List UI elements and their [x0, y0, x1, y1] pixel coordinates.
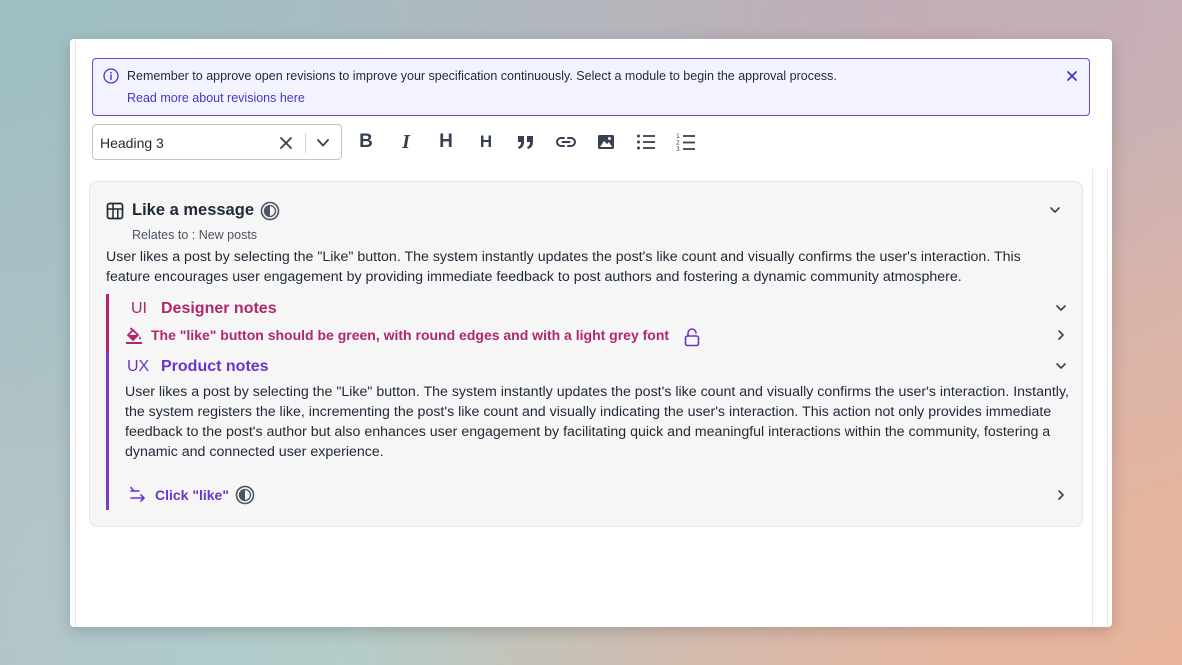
- scrollbar[interactable]: [1092, 169, 1108, 627]
- block-type-select[interactable]: Heading 3: [92, 124, 342, 160]
- chevron-down-icon[interactable]: [315, 136, 331, 150]
- contrast-icon[interactable]: [260, 201, 280, 221]
- banner-message: Remember to approve open revisions to im…: [127, 69, 837, 83]
- designer-notes-heading[interactable]: Designer notes: [161, 300, 277, 318]
- quote-button[interactable]: [514, 130, 538, 154]
- relates-to-label[interactable]: Relates to : New posts: [132, 228, 257, 242]
- italic-icon: I: [402, 130, 410, 153]
- svg-text:3: 3: [676, 146, 680, 152]
- unlock-icon[interactable]: [683, 327, 701, 347]
- bold-icon: B: [359, 131, 373, 152]
- product-notes-heading[interactable]: Product notes: [161, 358, 269, 376]
- product-notes-section: UX Product notes User likes a post by se…: [106, 352, 1069, 510]
- table-icon: [106, 202, 124, 220]
- feature-card: Like a message Relates to : New posts Us…: [89, 181, 1083, 527]
- heading-small-button[interactable]: H: [474, 130, 498, 154]
- heading-icon: H: [439, 131, 453, 152]
- info-icon: [103, 68, 119, 84]
- designer-note[interactable]: The "like" button should be green, with …: [151, 327, 669, 343]
- chevron-right-icon[interactable]: [1054, 488, 1068, 502]
- left-gutter: [70, 39, 76, 627]
- flow-step-label[interactable]: Click "like": [155, 487, 229, 503]
- bold-button[interactable]: B: [354, 130, 378, 154]
- heading-button[interactable]: H: [434, 130, 458, 154]
- revision-banner: Remember to approve open revisions to im…: [92, 58, 1090, 116]
- close-icon[interactable]: [1065, 69, 1079, 83]
- bullet-list-button[interactable]: [634, 130, 658, 154]
- numbered-list-icon: 1 2 3: [676, 133, 695, 152]
- link-icon: [556, 137, 576, 147]
- italic-button[interactable]: I: [394, 130, 418, 154]
- flow-icon: [130, 486, 145, 502]
- feature-title: Like a message: [132, 201, 254, 219]
- quote-icon: [518, 136, 533, 149]
- ux-tag: UX: [127, 358, 150, 375]
- feature-description: User likes a post by selecting the "Like…: [106, 249, 1021, 285]
- numbered-list-button[interactable]: 1 2 3: [674, 130, 698, 154]
- chevron-right-icon[interactable]: [1054, 328, 1068, 342]
- product-notes-body: User likes a post by selecting the "Like…: [125, 384, 1069, 460]
- ui-tag: UI: [131, 300, 147, 317]
- select-separator: [305, 133, 306, 153]
- editor-window: Remember to approve open revisions to im…: [70, 39, 1112, 627]
- revisions-link[interactable]: Read more about revisions here: [127, 91, 305, 105]
- clear-icon[interactable]: [279, 136, 293, 150]
- chevron-down-icon[interactable]: [1054, 359, 1068, 373]
- designer-notes-section: UI Designer notes The "like" button shou…: [106, 294, 1068, 352]
- heading-small-icon: H: [479, 132, 493, 151]
- chevron-down-icon[interactable]: [1048, 203, 1062, 217]
- image-button[interactable]: [594, 130, 618, 154]
- link-button[interactable]: [554, 130, 578, 154]
- paint-bucket-icon: [126, 327, 142, 344]
- image-icon: [598, 135, 614, 149]
- block-type-value: Heading 3: [100, 135, 164, 151]
- bullet-list-icon: [637, 134, 655, 150]
- chevron-down-icon[interactable]: [1054, 301, 1068, 315]
- contrast-icon[interactable]: [235, 485, 255, 505]
- formatting-toolbar: Heading 3 B I H H 1 2 3: [92, 124, 1090, 160]
